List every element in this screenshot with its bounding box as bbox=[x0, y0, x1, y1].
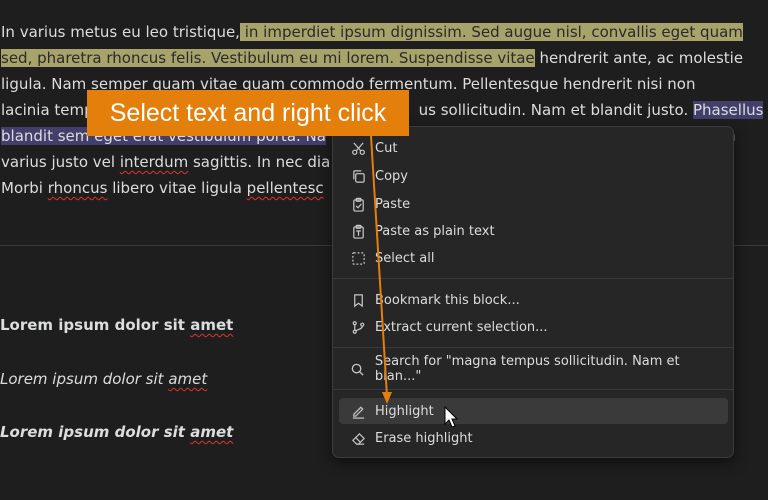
instruction-callout: Select text and right click bbox=[87, 90, 409, 136]
annotation-arrow bbox=[370, 135, 392, 404]
callout-text: Select text and right click bbox=[109, 98, 387, 127]
mouse-pointer-icon bbox=[444, 406, 459, 428]
